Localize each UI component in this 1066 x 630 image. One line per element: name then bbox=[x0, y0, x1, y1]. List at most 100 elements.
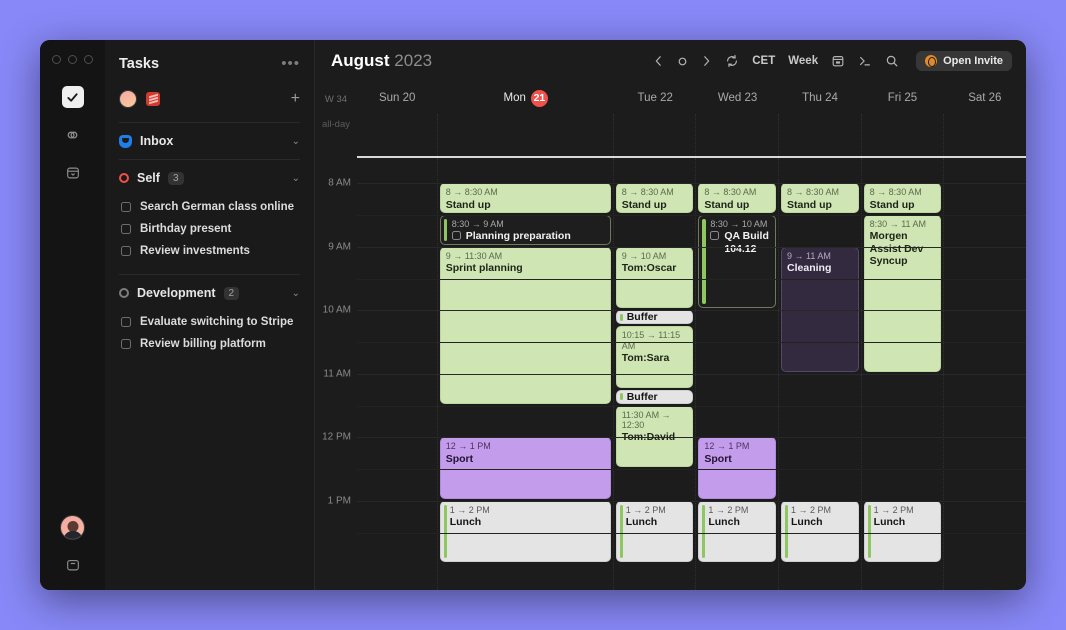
calendar-event[interactable]: 1 → 2 PMLunch bbox=[698, 501, 776, 563]
sidebar-group-inbox[interactable]: Inbox ⌄ bbox=[105, 123, 314, 159]
day-header-thu[interactable]: Thu 24 bbox=[779, 90, 861, 107]
calendar-event[interactable]: 9 → 10 AMTom:Oscar bbox=[616, 247, 694, 309]
day-header-sat[interactable]: Sat 26 bbox=[944, 90, 1026, 107]
allday-cell-fri[interactable] bbox=[861, 114, 944, 156]
allday-cell-sat[interactable] bbox=[943, 114, 1026, 156]
calendar-icon[interactable] bbox=[831, 54, 845, 68]
task-item[interactable]: Search German class online bbox=[105, 196, 314, 218]
calendar-event[interactable]: 9 → 11 AMCleaning bbox=[781, 247, 859, 372]
day-header-tue[interactable]: Tue 22 bbox=[614, 90, 696, 107]
calendar-event[interactable]: 12 → 1 PMSport bbox=[440, 437, 611, 499]
calendar-event[interactable]: 1 → 2 PMLunch bbox=[781, 501, 859, 563]
tasks-icon[interactable] bbox=[62, 86, 84, 108]
time-label: 10 AM bbox=[323, 305, 351, 316]
allday-cell-mon[interactable] bbox=[437, 114, 613, 156]
account-avatar[interactable] bbox=[119, 90, 137, 108]
event-task-checkbox[interactable] bbox=[710, 231, 719, 240]
avatar[interactable] bbox=[60, 515, 85, 540]
calendar-event[interactable]: 1 → 2 PMLunch bbox=[440, 501, 611, 563]
sidebar-group-development[interactable]: Development 2 ⌄ bbox=[105, 275, 314, 311]
event-time: 8 → 8:30 AM bbox=[704, 187, 770, 197]
close-button[interactable] bbox=[52, 55, 61, 64]
add-task-button[interactable]: + bbox=[291, 93, 300, 105]
day-column-sat[interactable] bbox=[943, 158, 1026, 590]
calendar-event[interactable]: 8:30 → 11 AMMorgen Assist Dev Syncup bbox=[864, 215, 942, 372]
refresh-icon[interactable] bbox=[725, 54, 739, 68]
day-column-sun[interactable] bbox=[357, 158, 437, 590]
tasks-header: Tasks ••• bbox=[105, 40, 314, 84]
day-header-sun[interactable]: Sun 20 bbox=[357, 90, 437, 107]
calendar-event[interactable]: 10:15 → 11:15 AMTom:Sara bbox=[616, 326, 694, 388]
calendar-event[interactable]: 9 → 11:30 AMSprint planning bbox=[440, 247, 611, 404]
calendar-event[interactable]: 8 → 8:30 AMStand up bbox=[616, 183, 694, 213]
day-column-thu[interactable]: 8 → 8:30 AMStand up 9 → 11 AMCleaning 1 → … bbox=[778, 158, 861, 590]
task-item[interactable]: Evaluate switching to Stripe bbox=[105, 311, 314, 333]
inbox-icon bbox=[119, 135, 132, 148]
calendar-event[interactable]: 8 → 8:30 AMStand up bbox=[698, 183, 776, 213]
group-label: Inbox bbox=[140, 134, 173, 148]
task-label: Evaluate switching to Stripe bbox=[140, 316, 293, 328]
calendar-event[interactable]: 8 → 8:30 AMStand up bbox=[781, 183, 859, 213]
box-icon[interactable] bbox=[62, 554, 84, 576]
minimize-button[interactable] bbox=[68, 55, 77, 64]
timezone-label[interactable]: CET bbox=[752, 55, 775, 67]
red-ring-icon bbox=[119, 173, 129, 183]
calendar-event[interactable]: 8 → 8:30 AMStand up bbox=[440, 183, 611, 213]
terminal-icon[interactable] bbox=[858, 54, 872, 68]
allday-cells[interactable] bbox=[357, 114, 1026, 156]
view-selector[interactable]: Week bbox=[788, 55, 818, 67]
chevron-down-icon[interactable]: ⌄ bbox=[292, 136, 300, 147]
allday-cell-tue[interactable] bbox=[613, 114, 696, 156]
task-checkbox[interactable] bbox=[121, 317, 131, 327]
tasks-more-button[interactable]: ••• bbox=[281, 59, 300, 69]
task-checkbox[interactable] bbox=[121, 202, 131, 212]
day-header-wed[interactable]: Wed 23 bbox=[696, 90, 778, 107]
task-item[interactable]: Review billing platform bbox=[105, 333, 314, 355]
calendar-event[interactable]: 8:30 → 10 AMQA Build 104.12 bbox=[698, 215, 776, 308]
day-header-mon[interactable]: Mon21 bbox=[437, 90, 614, 107]
event-task-checkbox[interactable] bbox=[452, 231, 461, 240]
day-column-mon[interactable]: 8 → 8:30 AMStand up8:30 → 9 AMPlanning p… bbox=[437, 158, 613, 590]
event-title-row: Planning preparation bbox=[452, 230, 605, 242]
calendar-event[interactable]: 12 → 1 PMSport bbox=[698, 437, 776, 499]
day-column-wed[interactable]: 8 → 8:30 AMStand up8:30 → 10 AMQA Build … bbox=[695, 158, 778, 590]
task-item[interactable]: Review investments bbox=[105, 240, 314, 262]
event-time: 8 → 8:30 AM bbox=[446, 187, 605, 197]
day-column-tue[interactable]: 8 → 8:30 AMStand up9 → 10 AMTom:OscarBuf… bbox=[613, 158, 696, 590]
spacer bbox=[105, 262, 314, 274]
calendar-event[interactable]: 8:30 → 9 AMPlanning preparation bbox=[440, 215, 611, 245]
calendar-event[interactable]: 8 → 8:30 AMStand up bbox=[864, 183, 942, 213]
day-header-row: W 34 Sun 20Mon21Tue 22Wed 23Thu 24Fri 25… bbox=[315, 82, 1026, 114]
next-week-button[interactable] bbox=[701, 55, 712, 67]
task-label: Birthday present bbox=[140, 223, 231, 235]
task-checkbox[interactable] bbox=[121, 246, 131, 256]
chevron-down-icon[interactable]: ⌄ bbox=[292, 173, 300, 184]
today-button[interactable] bbox=[677, 56, 688, 67]
links-icon[interactable] bbox=[62, 124, 84, 146]
allday-cell-wed[interactable] bbox=[695, 114, 778, 156]
day-header-fri[interactable]: Fri 25 bbox=[861, 90, 943, 107]
calendar-event[interactable]: 11:30 AM → 12:30Tom:David bbox=[616, 406, 694, 468]
calendar-event[interactable]: Buffer bbox=[616, 390, 694, 404]
open-invite-button[interactable]: Open Invite bbox=[916, 51, 1012, 71]
prev-week-button[interactable] bbox=[653, 55, 664, 67]
archive-icon[interactable] bbox=[62, 162, 84, 184]
allday-cell-thu[interactable] bbox=[778, 114, 861, 156]
sidebar-group-self[interactable]: Self 3 ⌄ bbox=[105, 160, 314, 196]
calendar-month: August bbox=[331, 51, 390, 70]
task-item[interactable]: Birthday present bbox=[105, 218, 314, 240]
week-number: W 34 bbox=[325, 94, 347, 105]
task-checkbox[interactable] bbox=[121, 224, 131, 234]
calendar-event[interactable]: Buffer bbox=[616, 310, 694, 324]
todoist-app-icon[interactable] bbox=[146, 92, 160, 106]
maximize-button[interactable] bbox=[84, 55, 93, 64]
search-icon[interactable] bbox=[885, 54, 899, 68]
event-time: 12 → 1 PM bbox=[704, 441, 770, 451]
calendar-event[interactable]: 1 → 2 PMLunch bbox=[616, 501, 694, 563]
day-column-fri[interactable]: 8 → 8:30 AMStand up8:30 → 11 AMMorgen As… bbox=[861, 158, 944, 590]
chevron-down-icon[interactable]: ⌄ bbox=[292, 288, 300, 299]
task-checkbox[interactable] bbox=[121, 339, 131, 349]
calendar-year: 2023 bbox=[394, 51, 432, 70]
calendar-event[interactable]: 1 → 2 PMLunch bbox=[864, 501, 942, 563]
allday-cell-sun[interactable] bbox=[357, 114, 437, 156]
